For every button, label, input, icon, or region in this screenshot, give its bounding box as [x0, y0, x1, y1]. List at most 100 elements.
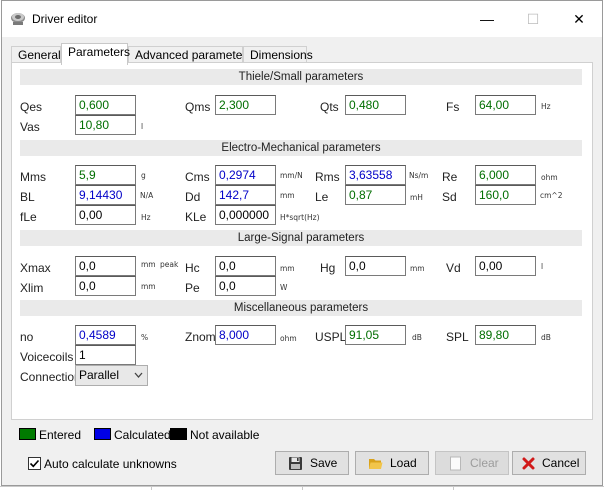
spl-label: SPL — [446, 330, 469, 344]
legend-na-swatch — [170, 428, 187, 440]
mms-field[interactable]: 5,9 — [75, 165, 136, 185]
minimize-button[interactable]: — — [464, 1, 510, 37]
floppy-disk-icon — [289, 457, 302, 470]
cms-field[interactable]: 0,2974 — [215, 165, 276, 185]
kle-label: KLe — [185, 210, 207, 224]
dd-label: Dd — [185, 190, 201, 204]
spl-unit: dB — [541, 333, 551, 342]
maximize-button: ☐ — [510, 1, 556, 37]
qts-field[interactable]: 0,480 — [345, 95, 406, 115]
tab-parameters[interactable]: Parameters — [61, 43, 130, 65]
sd-field[interactable]: 160,0 — [475, 185, 536, 205]
close-icon: ✕ — [573, 11, 585, 27]
uspl-field[interactable]: 91,05 — [345, 325, 406, 345]
fs-unit: Hz — [541, 102, 551, 111]
dd-field[interactable]: 142,7 — [215, 185, 276, 205]
qes-field[interactable]: 0,600 — [75, 95, 136, 115]
sd-label: Sd — [442, 190, 457, 204]
qms-field[interactable]: 2,300 — [215, 95, 276, 115]
qts-label: Qts — [320, 100, 339, 114]
legend-na-label: Not available — [190, 428, 260, 442]
mms-unit: g — [141, 171, 146, 180]
section-large-signal: Large-Signal parameters — [20, 230, 582, 246]
rms-unit: Ns/m — [409, 171, 429, 180]
voicecoils-field[interactable]: 1 — [75, 345, 136, 365]
auto-calculate-checkbox[interactable] — [28, 457, 41, 470]
pe-label: Pe — [185, 281, 200, 295]
vd-field[interactable]: 0,00 — [475, 256, 536, 276]
cancel-button-label: Cancel — [542, 456, 580, 470]
fs-field[interactable]: 64,00 — [475, 95, 536, 115]
save-button[interactable]: Save — [275, 451, 349, 475]
voicecoils-label: Voicecoils — [20, 350, 74, 364]
clear-button: Clear — [435, 451, 509, 475]
no-field[interactable]: 0,4589 — [75, 325, 136, 345]
dd-unit: mm — [280, 191, 295, 200]
parameters-panel: Thiele/Small parameters Qes 0,600 Qms 2,… — [11, 62, 593, 420]
vd-unit: l — [541, 262, 544, 271]
driver-editor-window: Driver editor — ☐ ✕ General Parameters A… — [1, 0, 603, 486]
cancel-button[interactable]: Cancel — [512, 451, 586, 475]
legend-calculated-label: Calculated — [114, 428, 171, 442]
load-button[interactable]: Load — [355, 451, 429, 475]
clear-button-label: Clear — [470, 456, 499, 470]
spl-field[interactable]: 89,80 — [475, 325, 536, 345]
xmax-unit: mm — [141, 260, 156, 269]
close-button[interactable]: ✕ — [556, 1, 602, 37]
bl-unit: N/A — [140, 191, 154, 200]
pe-unit: W — [280, 283, 288, 292]
re-unit: ohm — [541, 173, 558, 182]
connection-selected-value: Parallel — [79, 368, 120, 382]
pe-field[interactable]: 0,0 — [215, 276, 276, 296]
fs-label: Fs — [446, 100, 460, 114]
legend-entered-label: Entered — [39, 428, 82, 442]
hg-field[interactable]: 0,0 — [345, 256, 406, 276]
auto-calculate-label[interactable]: Auto calculate unknowns — [44, 457, 177, 471]
mms-label: Mms — [20, 170, 46, 184]
section-thiele-small: Thiele/Small parameters — [20, 69, 582, 85]
rms-label: Rms — [315, 170, 340, 184]
uspl-label: USPL — [315, 330, 347, 344]
vas-unit: l — [141, 122, 144, 131]
bl-label: BL — [20, 190, 35, 204]
save-button-label: Save — [310, 456, 338, 470]
qms-label: Qms — [185, 100, 211, 114]
vas-label: Vas — [20, 120, 40, 134]
xlim-label: Xlim — [20, 281, 44, 295]
znom-unit: ohm — [280, 334, 297, 343]
folder-open-icon — [369, 459, 383, 469]
fle-label: fLe — [20, 210, 37, 224]
load-button-label: Load — [390, 456, 417, 470]
kle-field[interactable]: 0,000000 — [215, 205, 276, 225]
sd-unit: cm^2 — [540, 191, 563, 200]
no-unit: % — [141, 333, 149, 342]
section-electro-mechanical: Electro-Mechanical parameters — [20, 140, 582, 156]
cms-unit: mm/N — [280, 171, 303, 180]
hg-unit: mm — [410, 264, 425, 273]
qes-label: Qes — [20, 100, 43, 114]
xmax-label: Xmax — [20, 261, 51, 275]
fle-field[interactable]: 0,00 — [75, 205, 136, 225]
hc-field[interactable]: 0,0 — [215, 256, 276, 276]
blank-page-icon — [450, 456, 461, 471]
cms-label: Cms — [185, 170, 210, 184]
connection-label: Connection — [20, 370, 81, 384]
minimize-icon: — — [480, 11, 494, 27]
vas-field[interactable]: 10,80 — [75, 115, 136, 135]
le-label: Le — [315, 190, 329, 204]
connection-select[interactable]: Parallel — [75, 365, 148, 386]
znom-label: Znom — [185, 330, 216, 344]
legend-calculated-swatch — [94, 428, 111, 440]
xmax-field[interactable]: 0,0 — [75, 256, 136, 276]
section-miscellaneous: Miscellaneous parameters — [20, 300, 582, 316]
checkmark-icon — [29, 459, 40, 468]
znom-field[interactable]: 8,000 — [215, 325, 276, 345]
rms-field[interactable]: 3,63558 — [345, 165, 406, 185]
le-field[interactable]: 0,87 — [345, 185, 406, 205]
fle-unit: Hz — [141, 213, 151, 222]
title-bar[interactable]: Driver editor — ☐ ✕ — [2, 1, 602, 37]
hg-label: Hg — [320, 261, 336, 275]
xlim-field[interactable]: 0,0 — [75, 276, 136, 296]
bl-field[interactable]: 9,14430 — [75, 185, 136, 205]
re-field[interactable]: 6,000 — [475, 165, 536, 185]
